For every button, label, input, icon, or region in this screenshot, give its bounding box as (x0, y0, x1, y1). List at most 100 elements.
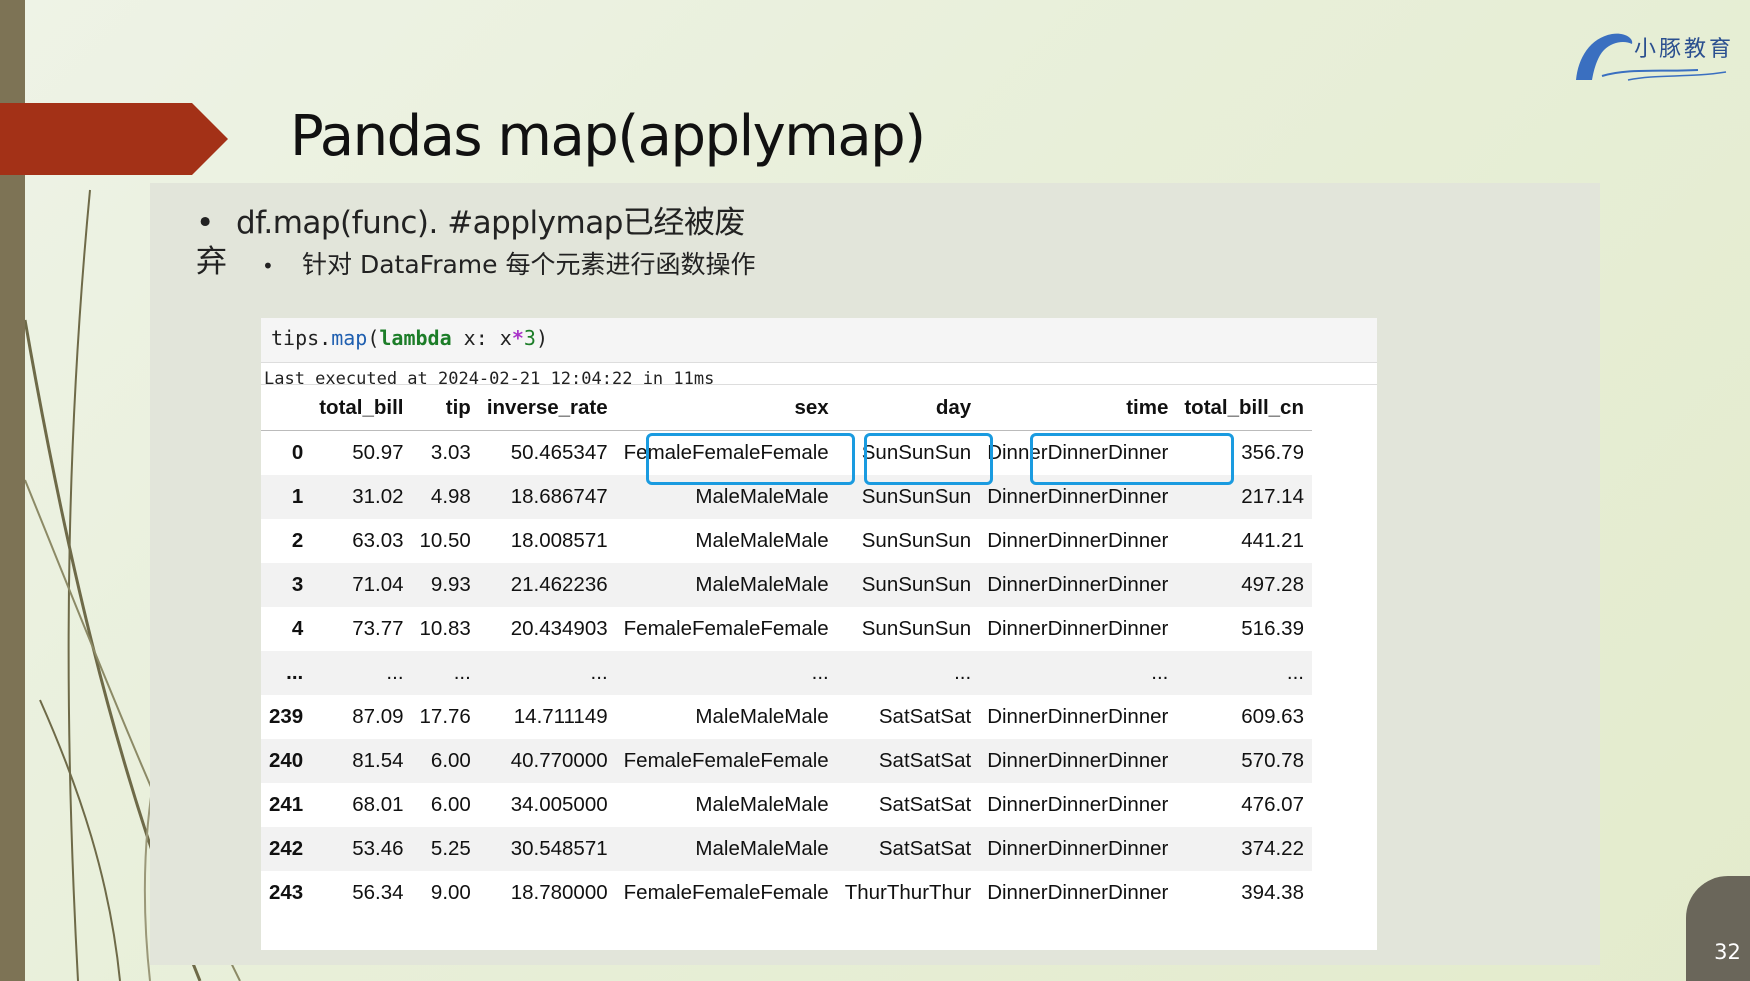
row-index: 1 (291, 485, 304, 508)
table-cell: 68.01 (352, 793, 404, 816)
table-cell: 21.462236 (510, 573, 608, 596)
bullet-symbol: • (262, 254, 274, 278)
highlight-box-time (1030, 433, 1234, 485)
divider (261, 362, 1377, 363)
table-cell: 394.38 (1241, 881, 1304, 904)
table-cell: 18.780000 (510, 881, 608, 904)
row-index: 240 (269, 749, 304, 772)
title-arrow-icon (0, 103, 228, 175)
table-cell: 497.28 (1241, 573, 1304, 596)
highlight-box-sex (646, 433, 855, 485)
table-cell: 14.711149 (513, 705, 608, 728)
bullet-1-wrap-text: 弃 (196, 244, 227, 280)
row-index: 242 (269, 837, 304, 860)
page-number: 32 (1714, 940, 1741, 964)
table-row: ........................ (261, 651, 1312, 695)
table-row: 3 71.04 9.93 21.462236 MaleMaleMale SunSunSun… (261, 563, 1312, 607)
code-line: tips.map(lambda x: x*3) (271, 326, 548, 350)
column-header: sex (615, 386, 837, 431)
code-cell[interactable]: tips.map(lambda x: x*3) (261, 318, 1377, 362)
table-cell: 34.005000 (510, 793, 608, 816)
table-cell: MaleMaleMale (695, 705, 829, 728)
table-cell: 56.34 (352, 881, 404, 904)
table-cell: SatSatSat (878, 793, 972, 816)
table-cell: 441.21 (1241, 529, 1304, 552)
table-cell: 40.770000 (510, 749, 608, 772)
table-cell: ... (954, 661, 972, 684)
table-cell: MaleMaleMale (695, 837, 829, 860)
index-header (261, 386, 312, 431)
table-cell: SatSatSat (878, 837, 972, 860)
table-row: 242 53.46 5.25 30.548571 MaleMaleMale SatSatS… (261, 827, 1312, 871)
table-cell: 31.02 (352, 485, 404, 508)
table-cell: SunSunSun (861, 617, 972, 640)
table-cell: DinnerDinnerDinner (987, 837, 1169, 860)
notebook-output: tips.map(lambda x: x*3) Last executed at… (261, 318, 1377, 950)
table-row: 2 63.03 10.50 18.008571 MaleMaleMale SunSunSu… (261, 519, 1312, 563)
bullet-2-text: 针对 DataFrame 每个元素进行函数操作 (302, 250, 756, 279)
table-cell: MaleMaleMale (695, 529, 829, 552)
table-cell: DinnerDinnerDinner (987, 573, 1169, 596)
table-cell: 87.09 (352, 705, 404, 728)
table-cell: 63.03 (352, 529, 404, 552)
table-cell: DinnerDinnerDinner (987, 749, 1169, 772)
table-cell: 6.00 (430, 793, 471, 816)
column-header: time (979, 386, 1177, 431)
row-index: 2 (291, 529, 304, 552)
table-cell: ThurThurThur (844, 881, 972, 904)
table-cell: 570.78 (1241, 749, 1304, 772)
slide-title: Pandas map(applymap) (290, 104, 926, 169)
table-cell: 10.50 (419, 529, 471, 552)
table-cell: ... (1151, 661, 1169, 684)
table-row: 243 56.34 9.00 18.780000 FemaleFemaleFemale T… (261, 871, 1312, 915)
table-cell: MaleMaleMale (695, 793, 829, 816)
row-index: 0 (291, 441, 304, 464)
table-cell: SunSunSun (861, 529, 972, 552)
column-header: day (836, 386, 980, 431)
table-cell: ... (453, 661, 471, 684)
table-cell: DinnerDinnerDinner (987, 793, 1169, 816)
table-cell: FemaleFemaleFemale (623, 617, 829, 640)
table-cell: 5.25 (430, 837, 471, 860)
table-cell: 73.77 (352, 617, 404, 640)
divider (261, 384, 1377, 385)
table-row: 241 68.01 6.00 34.005000 MaleMaleMale SatSatS… (261, 783, 1312, 827)
table-cell: DinnerDinnerDinner (987, 529, 1169, 552)
table-cell: SatSatSat (878, 705, 972, 728)
column-header: inverse_rate (478, 386, 616, 431)
table-cell: 71.04 (352, 573, 404, 596)
table-cell: 30.548571 (510, 837, 608, 860)
table-cell: SunSunSun (861, 573, 972, 596)
table-cell: MaleMaleMale (695, 573, 829, 596)
column-header: total_bill_cn (1176, 386, 1312, 431)
table-cell: 9.00 (430, 881, 471, 904)
table-cell: DinnerDinnerDinner (987, 617, 1169, 640)
table-cell: 476.07 (1241, 793, 1304, 816)
table-cell: 17.76 (419, 705, 471, 728)
table-cell: 10.83 (419, 617, 471, 640)
table-cell: 81.54 (352, 749, 404, 772)
table-cell: 50.465347 (510, 441, 608, 464)
slide: Pandas map(applymap) • df.map(func). #app… (0, 0, 1750, 981)
table-cell: SatSatSat (878, 749, 972, 772)
table-cell: 20.434903 (510, 617, 608, 640)
logo-text: 小豚教育 (1634, 37, 1735, 62)
table-cell: DinnerDinnerDinner (987, 705, 1169, 728)
table-cell: ... (811, 661, 829, 684)
table-cell: 374.22 (1241, 837, 1304, 860)
table-row: 4 73.77 10.83 20.434903 FemaleFemaleFemale Su… (261, 607, 1312, 651)
page-number-badge (1686, 876, 1750, 981)
table-cell: 4.98 (430, 485, 471, 508)
table-cell: 6.00 (430, 749, 471, 772)
table-cell: ... (590, 661, 608, 684)
table-cell: ... (1286, 661, 1304, 684)
row-index: 4 (291, 617, 304, 640)
table-cell: ... (386, 661, 404, 684)
row-index: ... (286, 661, 304, 684)
bullet-point-2: • 针对 DataFrame 每个元素进行函数操作 (262, 245, 755, 281)
row-index: 239 (269, 705, 304, 728)
table-cell: 516.39 (1241, 617, 1304, 640)
table-row: 239 87.09 17.76 14.711149 MaleMaleMale SatSat… (261, 695, 1312, 739)
row-index: 241 (269, 793, 304, 816)
bullet-point-1: • df.map(func). #applymap已经被废 (196, 197, 745, 242)
